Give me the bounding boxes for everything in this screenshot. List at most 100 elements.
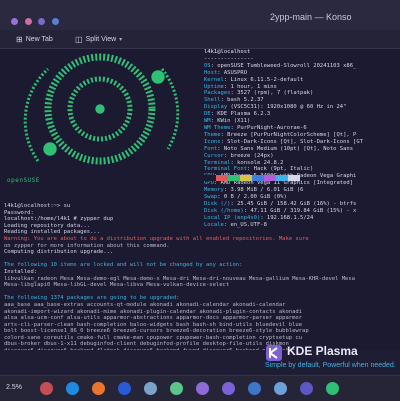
info-row: WM: KWin (X11) [204,118,400,125]
info-row: OS: openSUSE Tumbleweed-Slowroll 2024110… [204,63,400,70]
info-value: : 0 B / 2.00 GiB (0%) [217,194,287,201]
terminal-line: The following 10 items are locked and wi… [4,262,243,269]
pin-icon[interactable] [25,18,32,25]
chevron-down-icon: ▾ [119,37,123,43]
info-header: l4k1@localhost [204,49,251,55]
color-swatch [288,175,300,181]
mail-icon[interactable] [248,382,261,395]
info-row: Uptime: 1 hour, 1 mins [204,84,400,91]
terminal-line: Loading repository data... [4,222,91,229]
terminal-view[interactable]: openSUSE l4k1@localhost --------------- … [0,49,400,350]
kde-logo-icon [266,345,282,361]
terminal-line: alsa alsa-ucm-conf alsa-utils apparmor-a… [4,315,303,322]
discover-icon[interactable] [196,382,209,395]
info-value: : 3.98 MiB / 6.01 GiB (6 [223,187,304,194]
color-swatch [264,175,276,181]
opensuse-ascii-logo [23,53,180,165]
files-icon[interactable] [118,382,131,395]
taskbar: 2.5% [0,375,400,401]
terminal-line: Warning: You are about to do a distribut… [4,235,309,242]
info-value: (VSC5C31): 1920x1080 @ 60 Hz in 24" [227,104,347,111]
info-key: WM Theme [204,124,231,131]
terminal-line: Reading installed packages... [4,229,101,236]
terminal-line: The following 1374 packages are going to… [4,295,180,302]
keep-above-icon[interactable] [38,18,45,25]
firefox-icon[interactable] [92,382,105,395]
info-row: Swap: 0 B / 2.00 GiB (0%) [204,194,400,201]
info-key: WM [204,118,211,125]
info-key: Memory [204,187,224,194]
color-swatch [204,175,216,181]
info-row: Cursor: breeze (24px) [204,153,400,160]
info-row: DE: KDE Plasma 6.2.3 [204,111,400,118]
terminal-line: localhost:/home/l4k1 # zypper dup [4,216,114,223]
info-row: Font: Noto Sans Medium (10pt) [Qt], Noto… [204,146,400,153]
new-tab-button[interactable]: ⊞ New Tab [16,33,53,46]
info-key: OS [204,62,211,69]
info-key: DE [204,111,211,118]
cpu-usage-label[interactable]: 2.5% [6,384,22,391]
info-row: WM Theme: PurPurNight-Aurorae-6 [204,125,400,132]
konsole-toolbar: ⊞ New Tab ◫ Split View ▾ [0,30,400,49]
cpu-monitor-icon[interactable] [40,382,53,395]
info-key: Terminal [204,159,231,166]
kde-tagline: Simple by default, Powerful when needed. [265,362,396,369]
info-value: : openSUSE Tumbleweed-Slowroll 20241103 … [210,62,357,69]
kde-plasma-title: KDE Plasma [287,344,358,358]
info-value: : AMD Radeon Vega 11 Graphics [Integrate… [213,180,354,187]
info-value: : KDE Plasma 6.2.3 [210,111,271,118]
network-icon[interactable] [274,382,287,395]
dolphin-icon[interactable] [144,382,157,395]
color-swatch [228,175,240,181]
terminal-line: l4k1@localhost:~> su [4,203,71,209]
info-key: Packages [204,90,231,97]
kate-icon[interactable] [222,382,235,395]
info-value: : ASUSPRO [217,69,248,76]
terminal-line: arts-cli-parser-clean bash-completion ba… [4,321,303,328]
info-row: Icons: Slot-Dark-Icons [Qt], Slot-Dark-I… [204,139,400,146]
window-menu-icon[interactable] [11,18,18,25]
info-key: Kernel [204,76,224,83]
info-value: : Hack (9pt, Italic) [247,166,314,173]
info-row: GPU: AMD Radeon Vega 11 Graphics [Integr… [204,180,400,187]
terminal-line: aaa_base aaa_base-extras accounts-qt-mod… [4,301,286,308]
info-separator: --------------- [204,55,254,62]
info-value: : 3527 (rpm), 7 (flatpak) [230,90,314,97]
system-settings-icon[interactable] [170,382,183,395]
color-swatch [276,175,288,181]
window-titlebar: 2ypp-main — Konso [0,0,400,31]
info-value: : KWin (X11) [210,118,251,125]
info-row: Terminal: konsole 24.8.2 [204,160,400,167]
terminal-line: colord-sane coreutils cmake-full cmake-m… [4,334,303,341]
info-row: Memory: 3.98 MiB / 6.01 GiB (6 [204,187,400,194]
fastfetch-info: l4k1@localhost --------------- OS: openS… [204,49,400,229]
volume-icon[interactable] [326,382,339,395]
info-key: Font [204,145,218,152]
color-palette [204,175,300,181]
color-swatch [216,175,228,181]
terminal-line: akonadi-import-wizard akonadi-mime akona… [4,308,303,315]
info-row: Kernel: Linux 6.11.5-2-default [204,77,400,84]
info-value: : konsole 24.8.2 [230,159,284,166]
info-value: : Linux 6.11.5-2-default [223,76,304,83]
terminal-line: Computing distribution upgrade... [4,249,114,256]
konsole-icon[interactable] [66,382,79,395]
info-key: Swap [204,194,218,201]
info-key: Shell [204,97,221,104]
terminal-line: libvulkan_radeon Mesa Mesa-demo-egl Mesa… [4,275,355,282]
window-title: 2ypp-main — Konso [270,12,352,22]
split-view-button[interactable]: ◫ Split View ▾ [75,33,122,46]
info-key: Host [204,69,218,76]
info-key: Uptime [204,83,224,90]
info-value: : Slot-Dark-Icons [Qt], Slot-Dark-Icons … [220,138,363,145]
info-row: Display (VSC5C31): 1920x1080 @ 60 Hz in … [204,104,400,111]
info-value: : breeze (24px) [223,152,274,159]
info-key: GPU [204,180,214,187]
info-value: : bash 5.2.37 [220,97,264,104]
split-view-label: Split View [85,36,117,43]
info-value: : 1 hour, 1 mins [223,83,277,90]
app-icon[interactable] [52,18,59,25]
clipboard-icon[interactable] [300,382,313,395]
